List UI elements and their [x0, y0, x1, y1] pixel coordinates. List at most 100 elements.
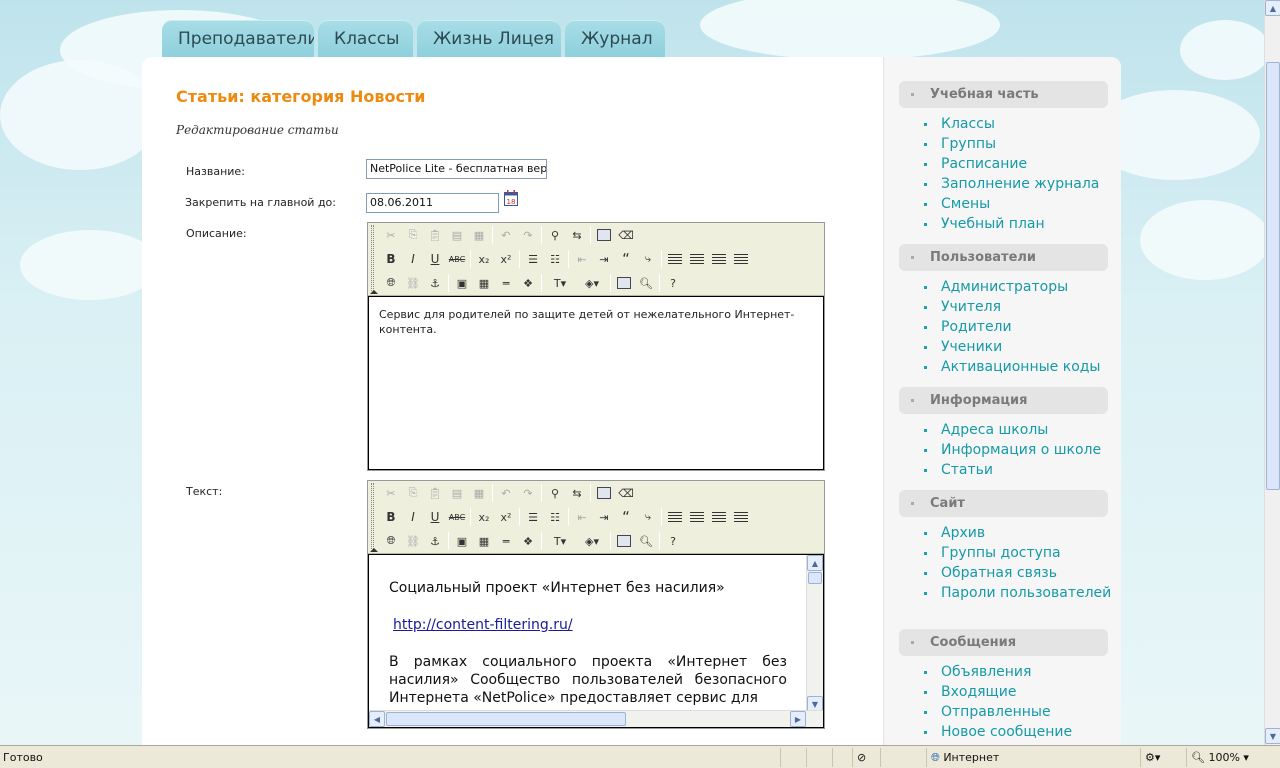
sidebar-item-access-groups[interactable]: Группы доступа [924, 545, 1121, 565]
underline-icon[interactable]: U [424, 506, 446, 528]
special-char-icon[interactable]: ❖ [517, 530, 539, 552]
redo-icon[interactable]: ↷ [517, 224, 539, 246]
zoom-control[interactable]: 🔍︎ 100% ▾ [1186, 748, 1264, 767]
sidebar-item-admins[interactable]: Администраторы [924, 279, 1121, 299]
outdent-icon[interactable]: ⇤ [571, 506, 593, 528]
image-icon[interactable]: ▣ [451, 530, 473, 552]
bold-icon[interactable]: B [380, 506, 402, 528]
anchor-icon[interactable]: ⚓︎ [424, 272, 446, 294]
calendar-icon[interactable]: 18 [504, 190, 518, 206]
sidebar-item-sent[interactable]: Отправленные [924, 704, 1121, 724]
blockquote-icon[interactable]: “ [615, 506, 637, 528]
superscript-icon[interactable]: x² [495, 248, 517, 270]
replace-icon[interactable]: ⇆ [566, 482, 588, 504]
link-icon[interactable]: 🌐︎ [380, 530, 402, 552]
sidebar-item-announcements[interactable]: Объявления [924, 664, 1121, 684]
indent-icon[interactable]: ⇥ [593, 248, 615, 270]
subscript-icon[interactable]: x₂ [473, 506, 495, 528]
numbered-list-icon[interactable]: ☰ [522, 248, 544, 270]
image-icon[interactable]: ▣ [451, 272, 473, 294]
scroll-left-icon[interactable]: ◀ [369, 711, 385, 727]
redo-icon[interactable]: ↷ [517, 482, 539, 504]
sidebar-item-activation-codes[interactable]: Активационные коды [924, 359, 1121, 379]
maximize-icon[interactable] [613, 530, 635, 552]
sidebar-item-parents[interactable]: Родители [924, 319, 1121, 339]
sidebar-item-user-passwords[interactable]: Пароли пользователей [924, 585, 1121, 617]
link-icon[interactable]: 🌐︎ [380, 272, 402, 294]
sidebar-item-classes[interactable]: Классы [924, 116, 1121, 136]
tab-lyceum-life[interactable]: Жизнь Лицея [417, 20, 561, 58]
select-all-icon[interactable] [593, 482, 615, 504]
italic-icon[interactable]: I [402, 248, 424, 270]
protected-mode-icon[interactable]: ⚙▾ [1140, 748, 1186, 767]
help-icon[interactable]: ? [662, 272, 684, 294]
bg-color-icon[interactable]: ◈▾ [576, 272, 608, 294]
horizontal-rule-icon[interactable]: ═ [495, 530, 517, 552]
undo-icon[interactable]: ↶ [495, 224, 517, 246]
horizontal-rule-icon[interactable]: ═ [495, 272, 517, 294]
text-color-icon[interactable]: T▾ [544, 530, 576, 552]
page-scroll-thumb[interactable] [1266, 62, 1280, 490]
align-center-icon[interactable] [686, 506, 708, 528]
find-icon[interactable]: ⚲ [544, 224, 566, 246]
eraser-icon[interactable]: ⌫ [615, 224, 637, 246]
special-char-icon[interactable]: ❖ [517, 272, 539, 294]
scroll-thumb-horizontal[interactable] [386, 712, 626, 726]
anchor-icon[interactable]: ⚓︎ [424, 530, 446, 552]
strikethrough-icon[interactable]: ABC [446, 506, 468, 528]
text-horizontal-scrollbar[interactable]: ◀ ▶ [369, 710, 823, 727]
paste-icon[interactable]: 📋︎ [424, 482, 446, 504]
sidebar-item-inbox[interactable]: Входящие [924, 684, 1121, 704]
toolbar-collapse-icon[interactable] [370, 290, 378, 294]
paste-text-icon[interactable]: ▤ [446, 482, 468, 504]
bulleted-list-icon[interactable]: ☷ [544, 248, 566, 270]
unlink-icon[interactable]: ⛓ [402, 530, 424, 552]
select-all-icon[interactable] [593, 224, 615, 246]
bold-icon[interactable]: B [380, 248, 402, 270]
tab-teachers[interactable]: Преподаватели [162, 20, 314, 58]
pin-date-input[interactable]: 08.06.2011 [366, 193, 499, 213]
sidebar-item-feedback[interactable]: Обратная связь [924, 565, 1121, 585]
strikethrough-icon[interactable]: ABC [446, 248, 468, 270]
description-content[interactable]: Сервис для родителей по защите детей от … [368, 296, 824, 470]
align-left-icon[interactable] [664, 248, 686, 270]
align-justify-icon[interactable] [730, 248, 752, 270]
text-color-icon[interactable]: T▾ [544, 272, 576, 294]
align-justify-icon[interactable] [730, 506, 752, 528]
page-scroll-up-icon[interactable]: ▲ [1265, 0, 1280, 16]
copy-icon[interactable]: ⎘ [402, 224, 424, 246]
bulleted-list-icon[interactable]: ☷ [544, 506, 566, 528]
maximize-icon[interactable] [613, 272, 635, 294]
sidebar-item-journal-filling[interactable]: Заполнение журнала [924, 176, 1121, 196]
table-icon[interactable]: ▦ [473, 530, 495, 552]
numbered-list-icon[interactable]: ☰ [522, 506, 544, 528]
page-scroll-down-icon[interactable]: ▼ [1265, 728, 1280, 744]
sidebar-item-students[interactable]: Ученики [924, 339, 1121, 359]
scroll-thumb[interactable] [808, 572, 822, 584]
toolbar-collapse-icon[interactable] [370, 548, 378, 552]
sidebar-item-archive[interactable]: Архив [924, 525, 1121, 545]
content-link[interactable]: http://content-filtering.ru/ [393, 617, 573, 633]
align-right-icon[interactable] [708, 506, 730, 528]
name-input[interactable]: NetPolice Lite - бесплатная вер [366, 159, 547, 179]
sidebar-item-school-info[interactable]: Информация о школе [924, 442, 1121, 462]
sidebar-item-articles[interactable]: Статьи [924, 462, 1121, 482]
tab-classes[interactable]: Классы [318, 20, 413, 58]
unlink-icon[interactable]: ⛓ [402, 272, 424, 294]
tab-journal[interactable]: Журнал [565, 20, 665, 58]
find-icon[interactable]: ⚲ [544, 482, 566, 504]
preview-icon[interactable]: 🔍︎ [635, 530, 657, 552]
sidebar-item-teachers[interactable]: Учителя [924, 299, 1121, 319]
replace-icon[interactable]: ⇆ [566, 224, 588, 246]
undo-icon[interactable]: ↶ [495, 482, 517, 504]
cut-icon[interactable]: ✂ [380, 482, 402, 504]
cut-icon[interactable]: ✂ [380, 224, 402, 246]
sidebar-item-schedule[interactable]: Расписание [924, 156, 1121, 176]
text-content[interactable]: Социальный проект «Интернет без насилия»… [368, 554, 824, 728]
sidebar-item-groups[interactable]: Группы [924, 136, 1121, 156]
align-center-icon[interactable] [686, 248, 708, 270]
help-icon[interactable]: ? [662, 530, 684, 552]
page-vertical-scrollbar[interactable]: ▲ ▼ [1264, 0, 1280, 745]
sidebar-item-curriculum[interactable]: Учебный план [924, 216, 1121, 236]
paste-icon[interactable]: 📋︎ [424, 224, 446, 246]
